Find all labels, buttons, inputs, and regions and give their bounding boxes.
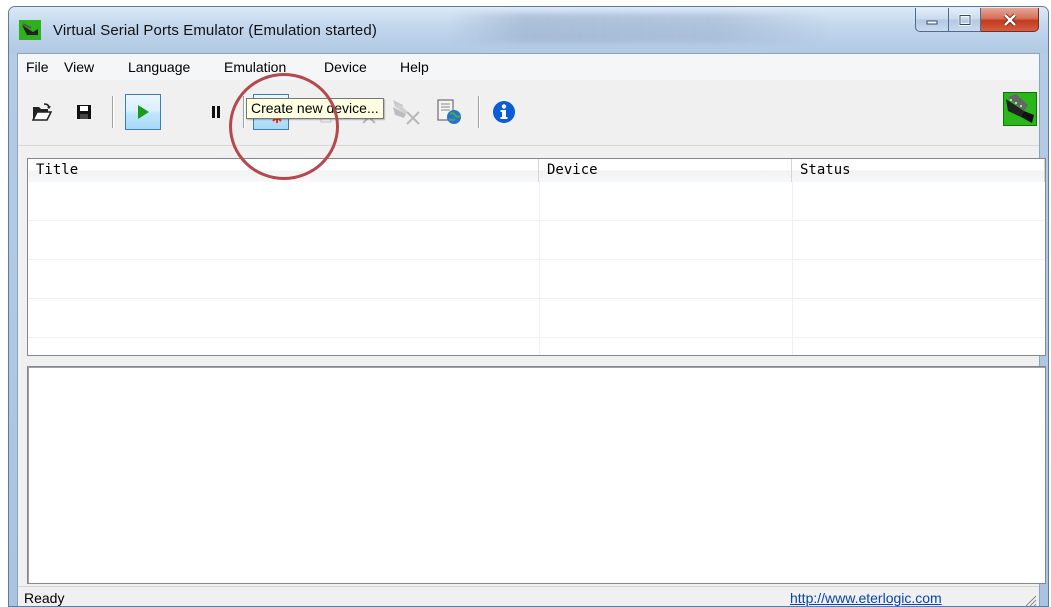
devices-list-header: Title Device Status	[28, 159, 1045, 182]
toolbar	[18, 80, 1039, 146]
floppy-disk-icon	[77, 105, 91, 119]
toolbar-separator	[478, 96, 480, 128]
title-bar[interactable]: Virtual Serial Ports Emulator (Emulation…	[9, 7, 1048, 53]
folder-open-icon	[32, 103, 52, 121]
client-area: File View Language Emulation Device Help	[17, 53, 1046, 607]
save-button[interactable]	[66, 94, 102, 130]
column-header-status[interactable]: Status	[792, 159, 1045, 182]
close-icon	[1003, 13, 1016, 26]
about-button[interactable]	[486, 94, 522, 130]
minimize-button[interactable]	[915, 8, 949, 32]
list-row[interactable]	[28, 260, 1045, 299]
close-button[interactable]	[981, 8, 1039, 32]
menu-device[interactable]: Device	[324, 59, 367, 75]
pause-icon	[212, 106, 220, 118]
website-link[interactable]: http://www.eterlogic.com	[790, 590, 942, 606]
eterlogic-logo	[1003, 92, 1037, 126]
delete-all-devices-button[interactable]	[388, 94, 424, 130]
column-divider	[539, 182, 540, 355]
menu-help[interactable]: Help	[400, 59, 429, 75]
menu-view[interactable]: View	[64, 59, 94, 75]
minimize-icon	[926, 20, 938, 24]
menu-emulation[interactable]: Emulation	[224, 59, 286, 75]
create-device-tooltip: Create new device...	[246, 98, 384, 119]
open-button[interactable]	[24, 94, 60, 130]
start-emulation-button[interactable]	[125, 94, 161, 130]
network-globe-icon	[437, 99, 461, 124]
list-row[interactable]	[28, 299, 1045, 338]
toolbar-separator	[112, 96, 114, 128]
list-row[interactable]	[28, 182, 1045, 221]
serial-connector-icon	[1006, 94, 1034, 123]
app-window: Virtual Serial Ports Emulator (Emulation…	[8, 6, 1049, 607]
status-text: Ready	[24, 590, 65, 606]
menu-file[interactable]: File	[26, 59, 49, 75]
log-pane[interactable]	[27, 366, 1046, 584]
list-row[interactable]	[28, 221, 1045, 260]
stop-emulation-button[interactable]	[198, 94, 234, 130]
devices-list[interactable]: Title Device Status	[27, 158, 1046, 356]
column-header-device[interactable]: Device	[539, 159, 792, 182]
device-delete-all-icon	[393, 100, 420, 125]
resize-grip-icon[interactable]	[1023, 593, 1037, 607]
maximize-icon	[958, 13, 971, 26]
window-title: Virtual Serial Ports Emulator (Emulation…	[53, 22, 377, 39]
column-header-title[interactable]: Title	[28, 159, 539, 182]
app-serial-port-icon	[19, 20, 41, 40]
title-bar-blur	[449, 13, 829, 43]
toolbar-separator	[243, 96, 245, 128]
menu-bar: File View Language Emulation Device Help	[18, 54, 1039, 80]
column-divider	[792, 182, 793, 355]
network-button[interactable]	[431, 94, 467, 130]
menu-language[interactable]: Language	[128, 59, 190, 75]
devices-list-body[interactable]	[28, 182, 1045, 355]
play-icon	[138, 105, 149, 119]
status-bar: Ready http://www.eterlogic.com	[18, 586, 1039, 607]
info-icon	[493, 101, 515, 123]
maximize-button[interactable]	[949, 8, 981, 32]
